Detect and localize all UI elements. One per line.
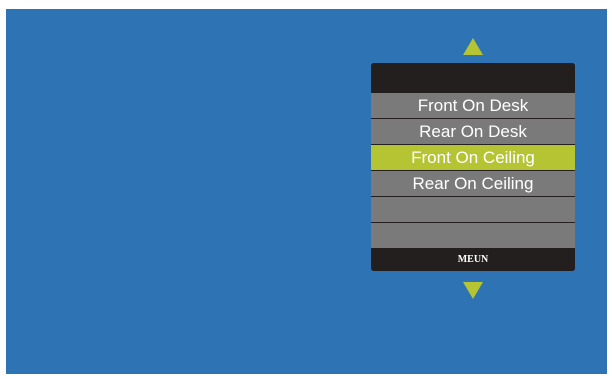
menu-item-front-on-ceiling[interactable]: Front On Ceiling [371,145,575,170]
projector-screen: Front On Desk Rear On Desk Front On Ceil… [6,9,607,374]
menu-footer-label[interactable]: MEUN [371,249,575,271]
triangle-down-icon[interactable] [463,282,483,299]
menu-item-rear-on-ceiling[interactable]: Rear On Ceiling [371,171,575,196]
menu-item-rear-on-desk[interactable]: Rear On Desk [371,119,575,144]
menu-item-empty [371,197,575,222]
triangle-up-icon[interactable] [463,38,483,55]
menu-header [371,63,575,93]
menu-item-front-on-desk[interactable]: Front On Desk [371,93,575,118]
menu-item-empty [371,223,575,248]
menu-list: Front On Desk Rear On Desk Front On Ceil… [371,93,575,249]
osd-menu-panel: Front On Desk Rear On Desk Front On Ceil… [371,63,575,271]
